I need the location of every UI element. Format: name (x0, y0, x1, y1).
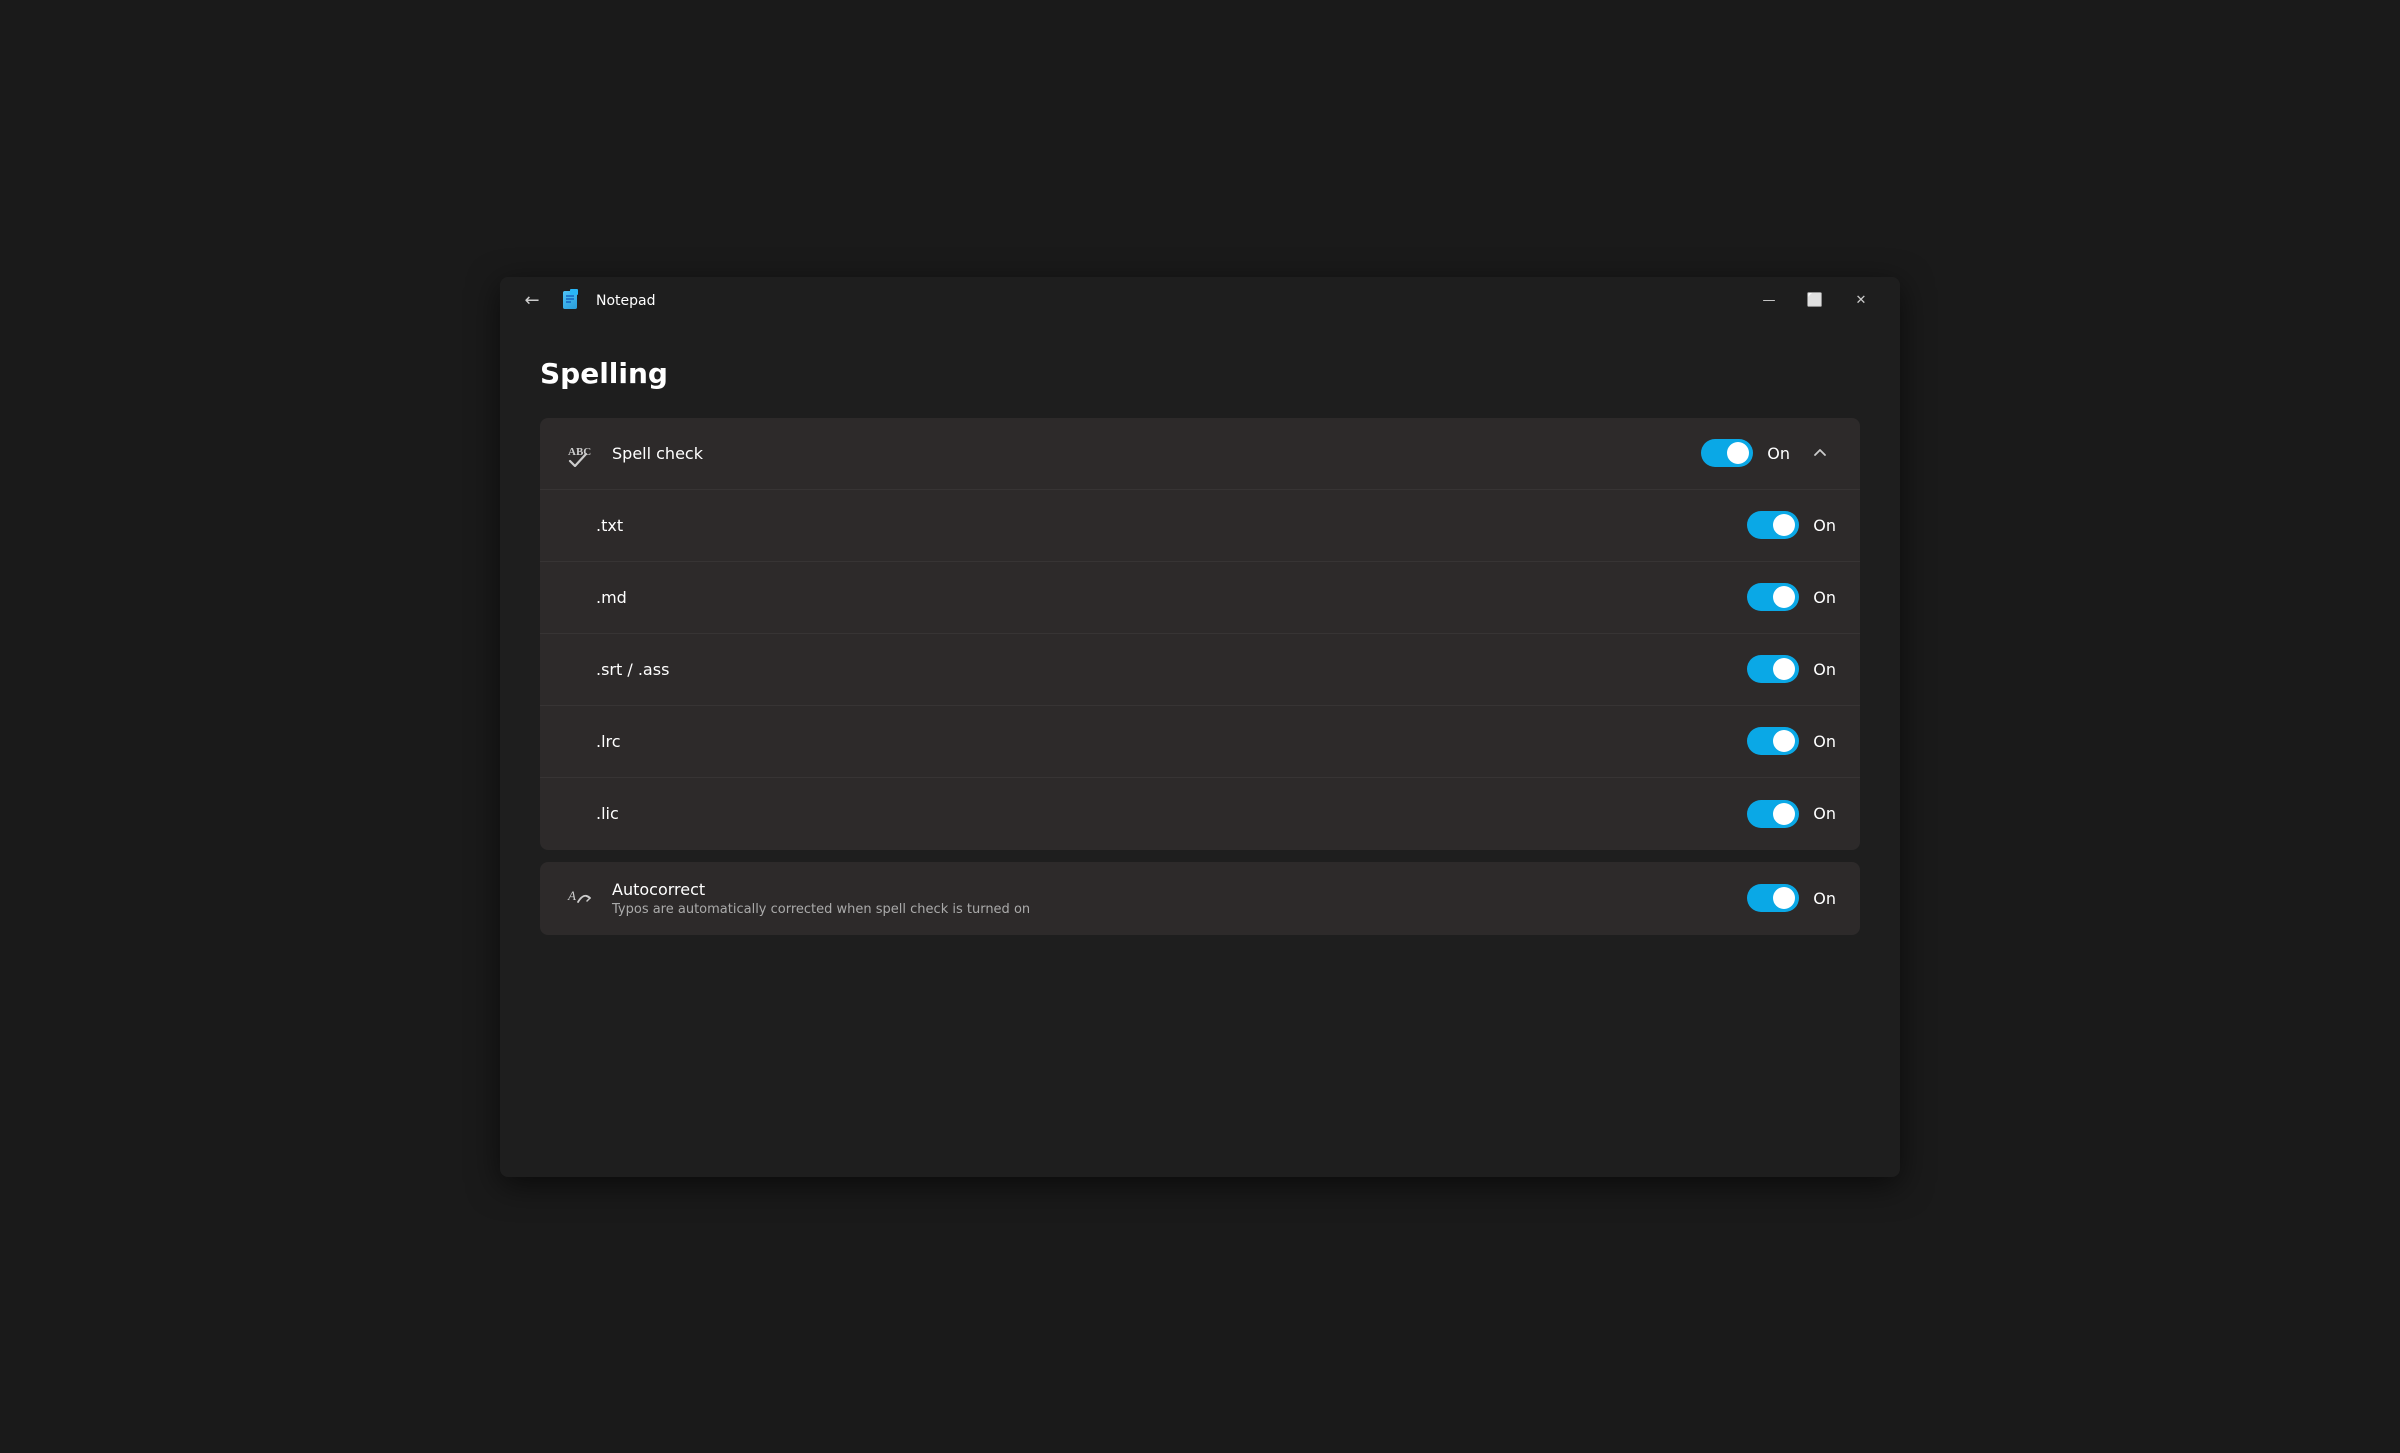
lic-toggle[interactable] (1747, 800, 1799, 828)
spell-check-card: ABC Spell check On (540, 418, 1860, 850)
srt-controls: On (1747, 655, 1836, 683)
autocorrect-desc: Typos are automatically corrected when s… (612, 902, 1747, 917)
lrc-toggle[interactable] (1747, 727, 1799, 755)
title-bar: ← Notepad (500, 277, 1900, 325)
md-row: .md On (540, 562, 1860, 634)
autocorrect-label: Autocorrect (612, 880, 1747, 899)
app-icon (560, 289, 584, 313)
lrc-label: .lrc (596, 732, 1747, 751)
spell-check-toggle-label: On (1767, 444, 1790, 463)
spell-check-controls: On (1701, 437, 1836, 469)
content-area: Spelling ABC Spell check (500, 325, 1900, 1177)
lic-label: .lic (596, 804, 1747, 823)
lrc-row: .lrc On (540, 706, 1860, 778)
lic-toggle-label: On (1813, 804, 1836, 823)
md-controls: On (1747, 583, 1836, 611)
srt-label: .srt / .ass (596, 660, 1747, 679)
autocorrect-info: Autocorrect Typos are automatically corr… (612, 880, 1747, 917)
spell-check-label: Spell check (612, 444, 1701, 463)
spell-check-icon: ABC (564, 437, 596, 469)
title-bar-controls: — ⬜ ✕ (1746, 285, 1884, 317)
srt-row: .srt / .ass On (540, 634, 1860, 706)
lic-row: .lic On (540, 778, 1860, 850)
page-title: Spelling (540, 357, 1860, 390)
spell-check-info: Spell check (612, 444, 1701, 463)
autocorrect-toggle-label: On (1813, 889, 1836, 908)
md-toggle[interactable] (1747, 583, 1799, 611)
svg-text:A: A (567, 888, 576, 903)
txt-label: .txt (596, 516, 1747, 535)
autocorrect-toggle[interactable] (1747, 884, 1799, 912)
close-button[interactable]: ✕ (1838, 285, 1884, 317)
lic-controls: On (1747, 800, 1836, 828)
md-info: .md (596, 588, 1747, 607)
srt-toggle-label: On (1813, 660, 1836, 679)
spell-check-expand-button[interactable] (1804, 437, 1836, 469)
autocorrect-icon: A (564, 882, 596, 914)
svg-text:ABC: ABC (568, 446, 591, 458)
autocorrect-controls: On (1747, 884, 1836, 912)
txt-toggle-label: On (1813, 516, 1836, 535)
txt-row: .txt On (540, 490, 1860, 562)
autocorrect-row: A Autocorrect Typos are automatically co… (540, 862, 1860, 935)
md-toggle-label: On (1813, 588, 1836, 607)
minimize-button[interactable]: — (1746, 285, 1792, 317)
title-bar-left: ← Notepad (516, 285, 1746, 317)
lrc-toggle-label: On (1813, 732, 1836, 751)
lrc-info: .lrc (596, 732, 1747, 751)
md-label: .md (596, 588, 1747, 607)
lic-info: .lic (596, 804, 1747, 823)
txt-info: .txt (596, 516, 1747, 535)
lrc-controls: On (1747, 727, 1836, 755)
lic-toggle-thumb (1773, 803, 1795, 825)
app-title: Notepad (596, 293, 656, 309)
autocorrect-card: A Autocorrect Typos are automatically co… (540, 862, 1860, 935)
txt-controls: On (1747, 511, 1836, 539)
spell-check-row: ABC Spell check On (540, 418, 1860, 490)
spell-check-toggle[interactable] (1701, 439, 1753, 467)
back-button[interactable]: ← (516, 285, 548, 317)
app-window: ← Notepad (500, 277, 1900, 1177)
txt-toggle[interactable] (1747, 511, 1799, 539)
srt-info: .srt / .ass (596, 660, 1747, 679)
srt-toggle[interactable] (1747, 655, 1799, 683)
maximize-button[interactable]: ⬜ (1792, 285, 1838, 317)
